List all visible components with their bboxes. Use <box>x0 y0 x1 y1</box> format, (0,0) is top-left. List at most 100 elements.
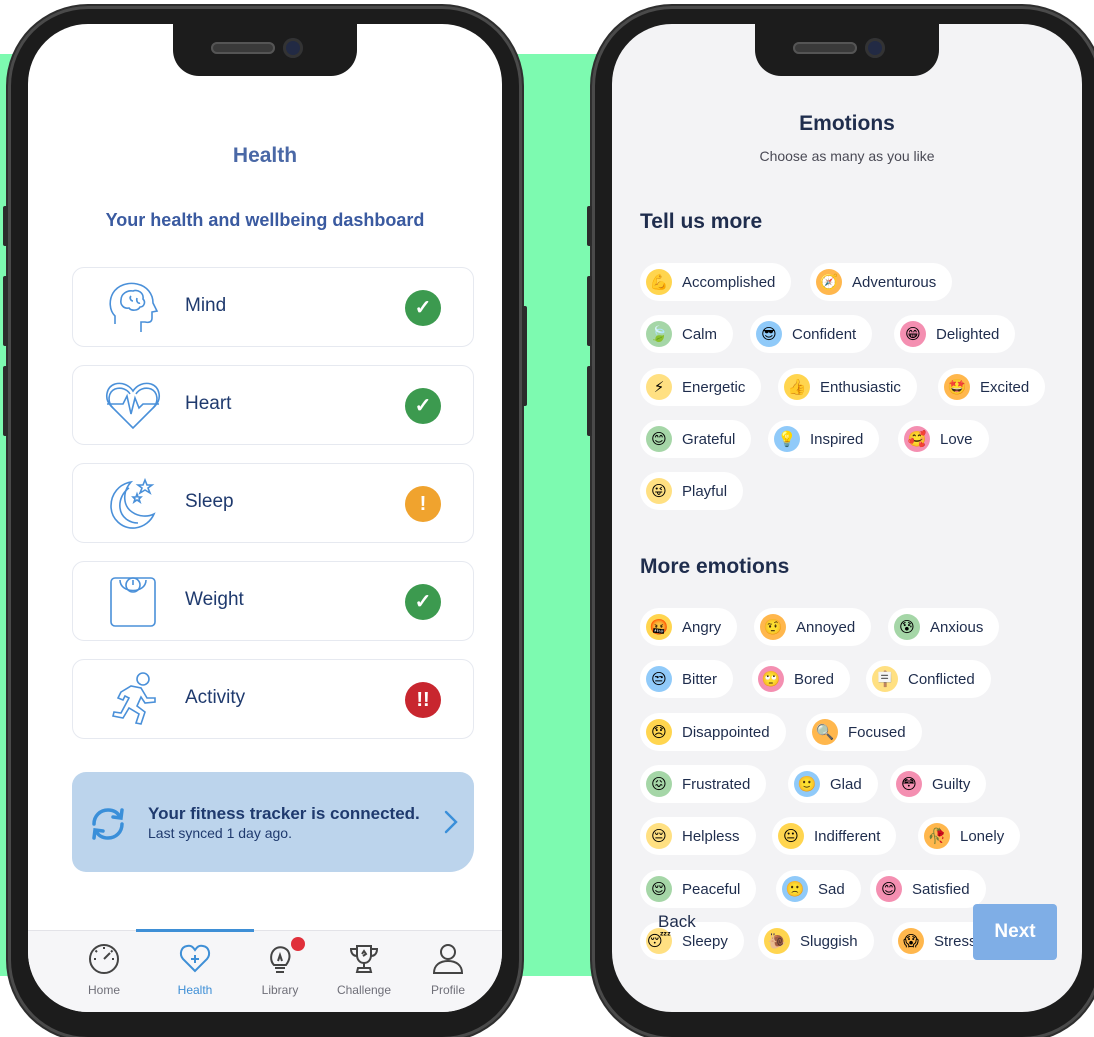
card-label: Mind <box>185 295 227 316</box>
emotion-chip-love[interactable]: 🥰 Love <box>898 420 989 458</box>
emotion-chip-label: Bored <box>794 670 835 688</box>
emotion-chip-glad[interactable]: 🙂 Glad <box>788 765 878 803</box>
emotion-chip-peaceful[interactable]: 😌 Peaceful <box>640 870 757 908</box>
emotion-chip-confident[interactable]: 😎 Confident <box>750 315 873 353</box>
scale-icon <box>110 577 156 627</box>
emoji-icon: ⚡ <box>646 374 672 400</box>
card-weight[interactable]: Weight ✓ <box>72 561 474 641</box>
page-subtitle: Your health and wellbeing dashboard <box>105 210 425 230</box>
emotion-chip-lonely[interactable]: 🥀 Lonely <box>918 817 1021 855</box>
emotion-chip-disappointed[interactable]: 😞 Disappointed <box>640 713 786 751</box>
emotion-chip-guilty[interactable]: 😳 Guilty <box>890 765 987 803</box>
emoji-icon: 🙂 <box>794 771 820 797</box>
card-heart[interactable]: Heart ✓ <box>72 365 474 445</box>
emoji-icon: 😰 <box>894 614 920 640</box>
emotion-chip-label: Frustrated <box>682 775 751 793</box>
emotion-chip-delighted[interactable]: 😁 Delighted <box>894 315 1016 353</box>
phone-emotions: Emotions Choose as many as you like Tell… <box>587 6 1094 1037</box>
card-activity[interactable]: Activity !! <box>72 659 474 739</box>
emotion-chip-excited[interactable]: 🤩 Excited <box>938 368 1046 406</box>
tab-bar: Home Health Library Challenge Profile <box>28 929 502 1012</box>
emotion-chip-label: Glad <box>830 775 862 793</box>
emotion-chip-sluggish[interactable]: 🐌 Sluggish <box>758 922 874 960</box>
section-heading-more-emotions: More emotions <box>640 555 790 578</box>
emotion-chip-label: Peaceful <box>682 880 741 898</box>
emotion-chip-bitter[interactable]: 😒 Bitter <box>640 660 734 698</box>
tab-challenge[interactable]: Challenge <box>324 931 404 1012</box>
warning-icon: ! <box>405 486 441 522</box>
emotion-chip-label: Indifferent <box>814 827 881 845</box>
back-button[interactable]: Back <box>658 912 696 932</box>
card-mind[interactable]: Mind ✓ <box>72 267 474 347</box>
emotion-chip-enthusiastic[interactable]: 👍 Enthusiastic <box>778 368 917 406</box>
emotion-chip-label: Enthusiastic <box>820 378 901 396</box>
card-label: Heart <box>185 393 232 414</box>
emotion-chip-label: Accomplished <box>682 273 776 291</box>
notch <box>173 24 357 76</box>
emoji-icon: 🥰 <box>904 426 930 452</box>
emoji-icon: 😒 <box>646 666 672 692</box>
volume-down-button <box>3 366 8 436</box>
emotion-chip-inspired[interactable]: 💡 Inspired <box>768 420 880 458</box>
emotion-chip-satisfied[interactable]: 😊 Satisfied <box>870 870 986 908</box>
emotion-chip-label: Sad <box>818 880 845 898</box>
runner-icon <box>112 672 156 725</box>
volume-up-button <box>587 276 592 346</box>
emoji-icon: 🍃 <box>646 321 672 347</box>
emotion-chip-label: Sluggish <box>800 932 858 950</box>
emotion-chip-sad[interactable]: 🙁 Sad <box>776 870 861 908</box>
heartbeat-icon <box>106 382 160 430</box>
emotion-chip-calm[interactable]: 🍃 Calm <box>640 315 734 353</box>
emotion-chip-adventurous[interactable]: 🧭 Adventurous <box>810 263 953 301</box>
emoji-icon: 😜 <box>646 478 672 504</box>
emoji-icon: 🪧 <box>872 666 898 692</box>
emotion-chip-angry[interactable]: 🤬 Angry <box>640 608 738 646</box>
card-label: Activity <box>185 687 246 708</box>
emotion-chip-helpless[interactable]: 😔 Helpless <box>640 817 756 855</box>
power-button <box>522 306 527 406</box>
notch <box>755 24 939 76</box>
emotion-chip-label: Excited <box>980 378 1030 396</box>
emotion-chip-label: Adventurous <box>852 273 937 291</box>
emotion-chip-energetic[interactable]: ⚡ Energetic <box>640 368 762 406</box>
health-screen: Health Your health and wellbeing dashboa… <box>28 24 502 1012</box>
emotion-chip-focused[interactable]: 🔍 Focused <box>806 713 922 751</box>
next-button[interactable]: Next <box>973 904 1057 960</box>
camera <box>865 38 885 58</box>
emoji-icon: 😎 <box>756 321 782 347</box>
emoji-icon: 💪 <box>646 269 672 295</box>
tab-label: Challenge <box>336 983 392 997</box>
emotion-chip-label: Bitter <box>682 670 718 688</box>
emotion-chip-frustrated[interactable]: 😖 Frustrated <box>640 765 767 803</box>
emoji-icon: 🤬 <box>646 614 672 640</box>
emotion-chip-anxious[interactable]: 😰 Anxious <box>888 608 1000 646</box>
tab-profile[interactable]: Profile <box>408 931 488 1012</box>
emoji-icon: 🥀 <box>924 823 950 849</box>
sync-icon <box>92 808 124 840</box>
emotion-chip-bored[interactable]: 🙄 Bored <box>752 660 851 698</box>
emotion-chip-annoyed[interactable]: 🤨 Annoyed <box>754 608 872 646</box>
tab-home[interactable]: Home <box>64 931 144 1012</box>
card-sleep[interactable]: Sleep ! <box>72 463 474 543</box>
tab-library[interactable]: Library <box>240 931 320 1012</box>
tab-health[interactable]: Health <box>155 931 235 1012</box>
card-label: Sleep <box>185 491 234 512</box>
check-icon: ✓ <box>405 584 441 620</box>
emotion-chip-conflicted[interactable]: 🪧 Conflicted <box>866 660 991 698</box>
emotion-chip-accomplished[interactable]: 💪 Accomplished <box>640 263 792 301</box>
emotion-chip-grateful[interactable]: 😊 Grateful <box>640 420 752 458</box>
emotion-chip-indifferent[interactable]: 😐 Indifferent <box>772 817 897 855</box>
fitness-tracker-banner[interactable]: Your fitness tracker is connected. Last … <box>72 772 474 872</box>
heart-plus-icon <box>179 944 211 973</box>
chevron-right-icon <box>444 810 458 834</box>
emotion-chip-label: Focused <box>848 723 906 741</box>
emoji-icon: 😌 <box>646 876 672 902</box>
emotions-screen: Emotions Choose as many as you like Tell… <box>612 24 1082 1012</box>
emotion-chip-label: Lonely <box>960 827 1005 845</box>
tracker-title: Your fitness tracker is connected. <box>148 804 420 823</box>
emotion-chip-label: Playful <box>682 482 728 500</box>
emotion-chip-label: Disappointed <box>682 723 770 741</box>
mute-switch <box>587 206 592 246</box>
emotion-chip-playful[interactable]: 😜 Playful <box>640 472 744 510</box>
phone-health: Health Your health and wellbeing dashboa… <box>3 6 527 1037</box>
